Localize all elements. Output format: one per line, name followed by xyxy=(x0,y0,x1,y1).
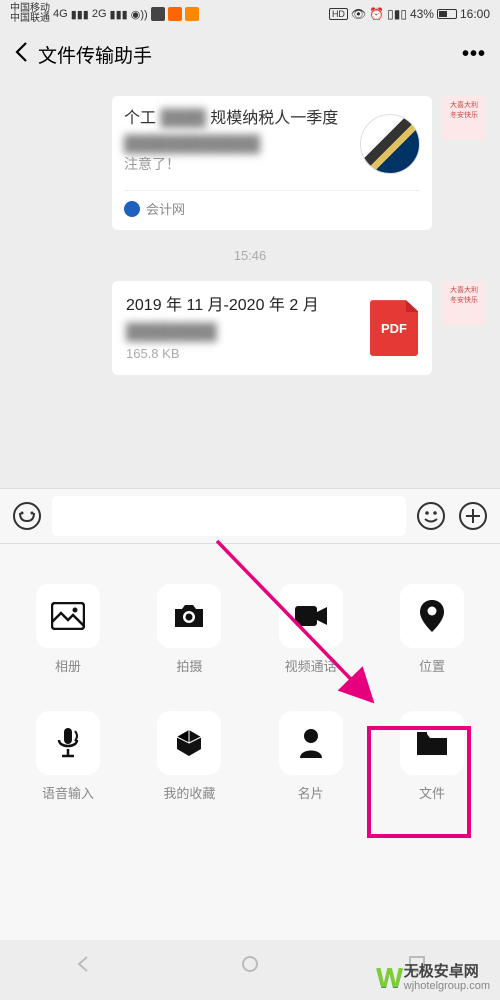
signal-bars-icon-2: ▮▮▮ xyxy=(110,8,128,21)
signal-net-2: 2G xyxy=(92,8,107,20)
article-title-part1: 个工 xyxy=(124,110,156,127)
attach-camera[interactable]: 拍摄 xyxy=(139,584,239,675)
wifi-icon: ◉)) xyxy=(131,8,148,21)
app-icon-2 xyxy=(168,7,182,21)
emoji-button[interactable] xyxy=(414,499,448,533)
pdf-file-icon: PDF xyxy=(370,300,418,356)
voice-input-button[interactable] xyxy=(10,499,44,533)
attach-favorites[interactable]: 我的收藏 xyxy=(139,711,239,802)
attach-camera-label: 拍摄 xyxy=(176,656,202,675)
user-avatar[interactable]: 大喜大利冬安快乐 xyxy=(442,281,486,325)
message-file[interactable]: 2019 年 11 月-2020 年 2 月 ████████ 165.8 KB… xyxy=(0,275,500,380)
input-bar xyxy=(0,488,500,544)
attach-voice-label: 语音输入 xyxy=(42,783,94,802)
attach-file[interactable]: 文件 xyxy=(382,711,482,802)
source-badge-icon xyxy=(124,201,140,217)
clock-time: 16:00 xyxy=(460,7,490,21)
article-subtitle: 注意了！ xyxy=(124,154,360,174)
vibrate-icon: ▯▮▯ xyxy=(387,7,407,21)
nav-home-icon[interactable] xyxy=(240,954,260,979)
plus-button[interactable] xyxy=(456,499,490,533)
message-text-input[interactable] xyxy=(52,496,406,536)
chat-header: 文件传输助手 ••• xyxy=(0,28,500,80)
more-button[interactable]: ••• xyxy=(462,43,486,66)
app-icon-3 xyxy=(185,7,199,21)
watermark: W 无极安卓网 wjhotelgroup.com xyxy=(376,962,490,994)
status-bar: 中国移动 中国联通 4G ▮▮▮ 2G ▮▮▮ ◉)) HD 👁 ⏰ ▯▮▯ 4… xyxy=(0,0,500,28)
chat-title: 文件传输助手 xyxy=(38,41,152,68)
file-name-blur: ████████ xyxy=(126,324,358,342)
attach-voice[interactable]: 语音输入 xyxy=(18,711,118,802)
watermark-logo-icon: W xyxy=(376,962,397,994)
chat-timestamp: 15:46 xyxy=(0,248,500,263)
attach-location[interactable]: 位置 xyxy=(382,584,482,675)
signal-net-1: 4G xyxy=(53,8,68,20)
attachment-panel: 相册 拍摄 视频通话 位置 语音输入 我的收藏 名片 文件 xyxy=(0,544,500,940)
chat-area: 个工 ████ 规模纳税人一季度 ████████████ 注意了！ 会计网 大… xyxy=(0,80,500,391)
attach-contact-label: 名片 xyxy=(298,783,324,802)
battery-icon xyxy=(437,9,457,19)
user-avatar[interactable]: 大喜大利冬安快乐 xyxy=(442,96,486,140)
article-source-name: 会计网 xyxy=(146,199,185,218)
attach-gallery-label: 相册 xyxy=(55,656,81,675)
hd-badge: HD xyxy=(329,8,348,20)
attach-gallery[interactable]: 相册 xyxy=(18,584,118,675)
article-thumbnail xyxy=(360,114,420,174)
watermark-url: wjhotelgroup.com xyxy=(404,980,490,992)
eye-icon: 👁 xyxy=(351,7,366,21)
article-blur-line: ████████████ xyxy=(124,136,360,154)
nav-back-icon[interactable] xyxy=(73,954,93,979)
attach-contact[interactable]: 名片 xyxy=(261,711,361,802)
article-title-part2: 规模纳税人一季度 xyxy=(210,110,338,127)
attach-location-label: 位置 xyxy=(419,656,445,675)
app-icon-1 xyxy=(151,7,165,21)
attach-file-label: 文件 xyxy=(419,783,445,802)
carrier-2: 中国联通 xyxy=(10,14,50,24)
file-name-line1: 2019 年 11 月-2020 年 2 月 xyxy=(126,295,358,317)
battery-percent: 43% xyxy=(410,7,434,21)
attach-favorites-label: 我的收藏 xyxy=(163,783,215,802)
attach-videocall[interactable]: 视频通话 xyxy=(261,584,361,675)
alarm-icon: ⏰ xyxy=(369,7,384,21)
attach-videocall-label: 视频通话 xyxy=(285,656,337,675)
article-title-blur: ████ xyxy=(160,110,205,127)
watermark-name: 无极安卓网 xyxy=(404,964,490,981)
file-size: 165.8 KB xyxy=(126,346,358,361)
back-button[interactable] xyxy=(14,41,28,68)
message-article[interactable]: 个工 ████ 规模纳税人一季度 ████████████ 注意了！ 会计网 大… xyxy=(0,90,500,236)
signal-bars-icon: ▮▮▮ xyxy=(71,8,89,21)
